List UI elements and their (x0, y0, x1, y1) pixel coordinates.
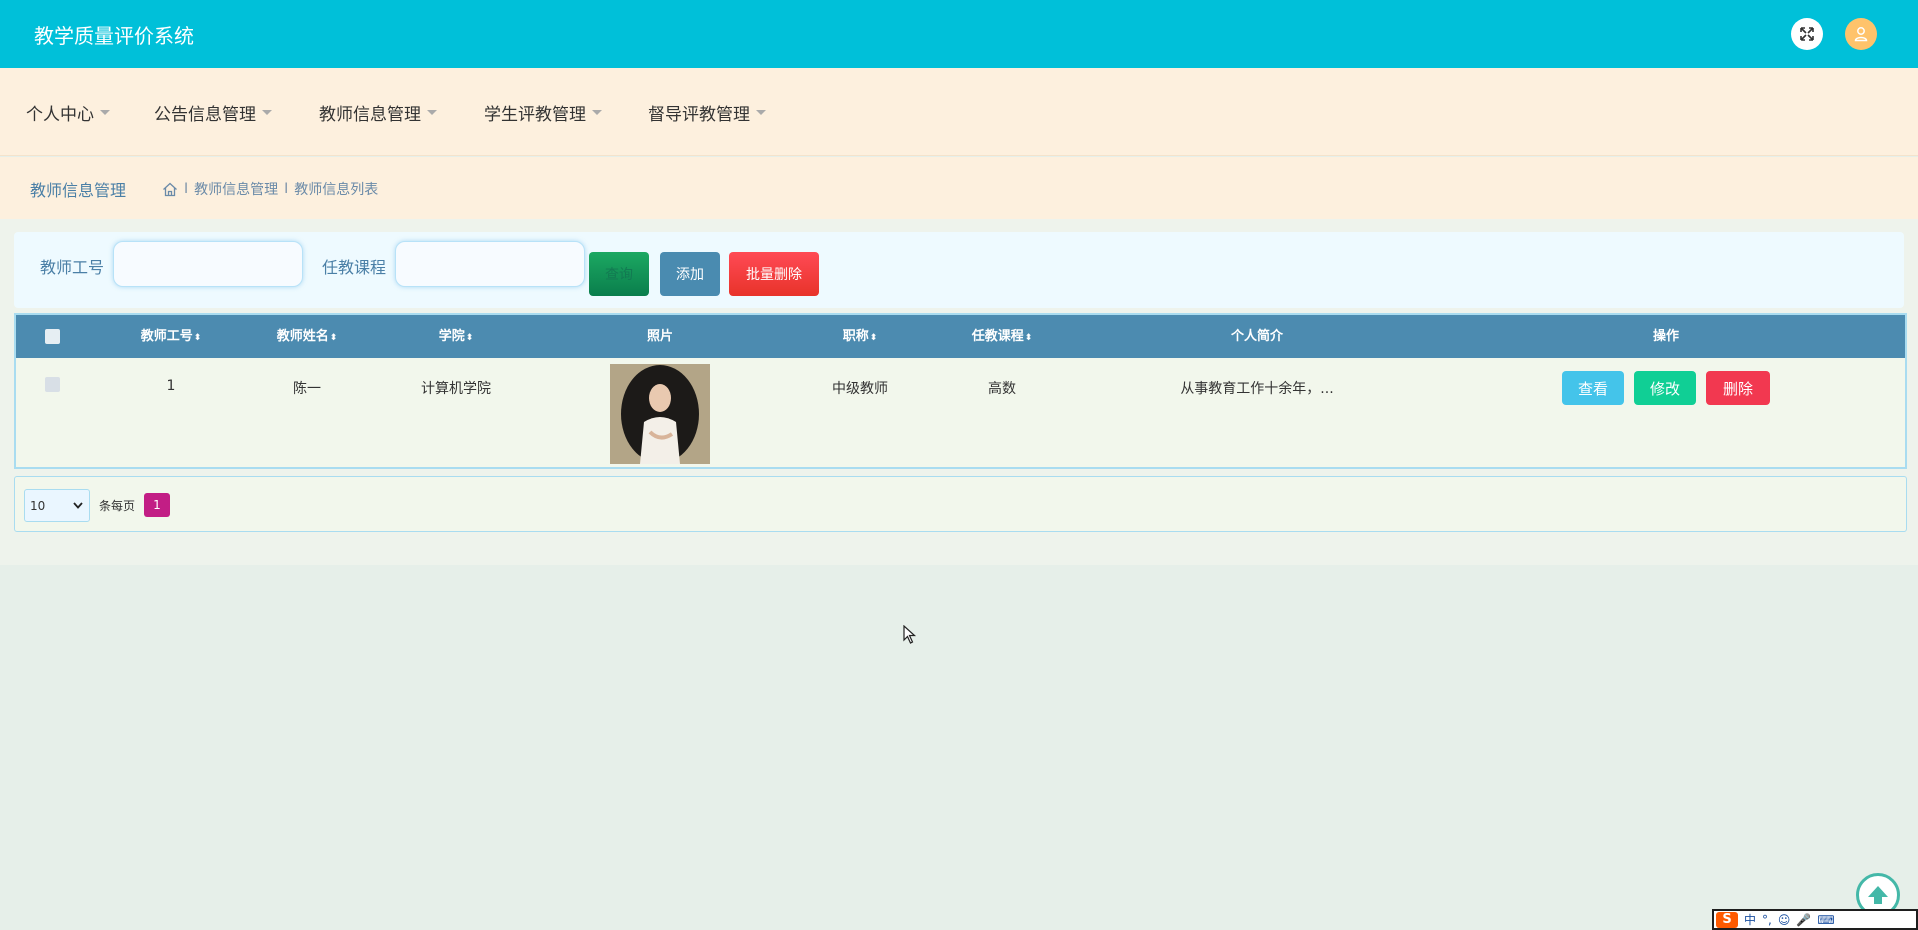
nav-label: 个人中心 (26, 105, 94, 125)
top-bar: 教学质量评价系统 (0, 0, 1918, 68)
ime-toolbar: S 中 °, ☺ 🎤 ⌨ (1712, 909, 1918, 930)
page-number-button[interactable]: 1 (144, 493, 170, 517)
breadcrumb-separator: I (284, 181, 289, 197)
cell-job-title: 中级教师 (832, 381, 888, 397)
cell-teacher-name: 陈一 (293, 381, 321, 397)
column-header-label: 学院 (438, 329, 465, 344)
view-button[interactable]: 查看 (1562, 371, 1624, 405)
column-header-teacher-id[interactable]: 教师工号⬍ (111, 315, 231, 358)
batch-delete-button[interactable]: 批量删除 (729, 252, 819, 296)
breadcrumb-item[interactable]: 教师信息管理 (194, 179, 278, 199)
column-header-teacher-name[interactable]: 教师姓名⬍ (247, 315, 367, 358)
teacher-photo (610, 364, 710, 464)
pagination: 10 条每页 1 (14, 476, 1907, 532)
cell-intro: 从事教育工作十余年，... (1180, 381, 1334, 397)
sort-icon: ⬍ (329, 333, 338, 343)
nav-student-evaluation[interactable]: 学生评教管理 (484, 100, 602, 125)
teacher-table: 教师工号⬍ 教师姓名⬍ 学院⬍ 照片 职称⬍ 任教课程⬍ 个人简介 操作 1 陈… (14, 313, 1907, 469)
fullscreen-icon (1800, 27, 1814, 41)
nav-supervisor-evaluation[interactable]: 督导评教管理 (648, 100, 766, 125)
chevron-down-icon (73, 502, 83, 509)
column-header-label: 任教课程 (971, 329, 1024, 344)
nav-label: 教师信息管理 (319, 105, 421, 125)
page-size-select[interactable]: 10 (24, 489, 90, 522)
app-title: 教学质量评价系统 (34, 24, 194, 48)
sort-icon: ⬍ (193, 333, 202, 343)
breadcrumb: I 教师信息管理 I 教师信息列表 (162, 179, 378, 199)
row-checkbox[interactable] (45, 377, 60, 392)
nav-label: 公告信息管理 (154, 105, 256, 125)
column-header-label: 个人简介 (1230, 329, 1283, 344)
column-header-photo: 照片 (610, 315, 710, 358)
column-header-job-title[interactable]: 职称⬍ (800, 315, 920, 358)
user-icon (1854, 27, 1868, 42)
column-header-intro: 个人简介 (1157, 315, 1357, 358)
sort-icon: ⬍ (465, 333, 474, 343)
cell-college: 计算机学院 (421, 381, 491, 397)
caret-down-icon (756, 110, 766, 115)
cell-teacher-id: 1 (166, 378, 176, 394)
add-button[interactable]: 添加 (660, 252, 720, 296)
column-header-label: 教师姓名 (276, 329, 329, 344)
nav-label: 督导评教管理 (648, 105, 750, 125)
nav-teacher-management[interactable]: 教师信息管理 (319, 100, 437, 125)
ime-mode[interactable]: 中 (1744, 911, 1756, 928)
caret-down-icon (262, 110, 272, 115)
mouse-cursor-icon (903, 625, 917, 644)
edit-button[interactable]: 修改 (1634, 371, 1696, 405)
select-all-checkbox[interactable] (45, 329, 60, 344)
column-header-college[interactable]: 学院⬍ (391, 315, 521, 358)
nav-notice-management[interactable]: 公告信息管理 (154, 100, 272, 125)
cell-course: 高数 (988, 381, 1016, 397)
per-page-label: 条每页 (99, 499, 136, 513)
caret-down-icon (100, 110, 110, 115)
breadcrumb-item: 教师信息列表 (294, 182, 379, 198)
user-avatar-button[interactable] (1845, 18, 1877, 50)
nav-label: 学生评教管理 (484, 105, 586, 125)
caret-down-icon (427, 110, 437, 115)
course-label: 任教课程 (322, 258, 387, 277)
nav-personal-center[interactable]: 个人中心 (26, 100, 110, 125)
main-nav: 个人中心 公告信息管理 教师信息管理 学生评教管理 督导评教管理 (0, 68, 1918, 156)
home-icon[interactable] (162, 182, 178, 197)
search-panel: 教师工号 任教课程 查询 添加 批量删除 (14, 232, 1904, 308)
column-header-label: 照片 (646, 329, 673, 344)
teacher-id-label: 教师工号 (40, 258, 105, 277)
caret-down-icon (592, 110, 602, 115)
fullscreen-button[interactable] (1791, 18, 1823, 50)
ime-keyboard-icon[interactable]: ⌨ (1817, 913, 1834, 927)
table-header: 教师工号⬍ 教师姓名⬍ 学院⬍ 照片 职称⬍ 任教课程⬍ 个人简介 操作 (16, 315, 1905, 358)
ime-punctuation[interactable]: °, (1762, 913, 1772, 927)
column-header-label: 操作 (1652, 329, 1679, 344)
sort-icon: ⬍ (1024, 333, 1033, 343)
ime-voice-icon[interactable]: 🎤 (1796, 913, 1811, 927)
sogou-ime-icon[interactable]: S (1716, 911, 1738, 928)
teacher-id-input[interactable] (113, 241, 303, 287)
breadcrumb-bar: 教师信息管理 I 教师信息管理 I 教师信息列表 (0, 157, 1918, 219)
page-title: 教师信息管理 (30, 181, 127, 200)
column-header-actions: 操作 (1586, 315, 1746, 358)
column-header-course[interactable]: 任教课程⬍ (942, 315, 1062, 358)
column-header-label: 教师工号 (140, 329, 193, 344)
search-button[interactable]: 查询 (589, 252, 649, 296)
arrow-up-icon (1868, 886, 1888, 904)
course-input[interactable] (395, 241, 585, 287)
delete-button[interactable]: 删除 (1706, 371, 1770, 405)
page-size-value: 10 (30, 498, 46, 513)
sort-icon: ⬍ (869, 333, 878, 343)
breadcrumb-separator: I (184, 181, 189, 197)
ime-emoji-icon[interactable]: ☺ (1778, 913, 1791, 927)
column-header-label: 职称 (842, 329, 869, 344)
teacher-photo-image (610, 364, 710, 464)
